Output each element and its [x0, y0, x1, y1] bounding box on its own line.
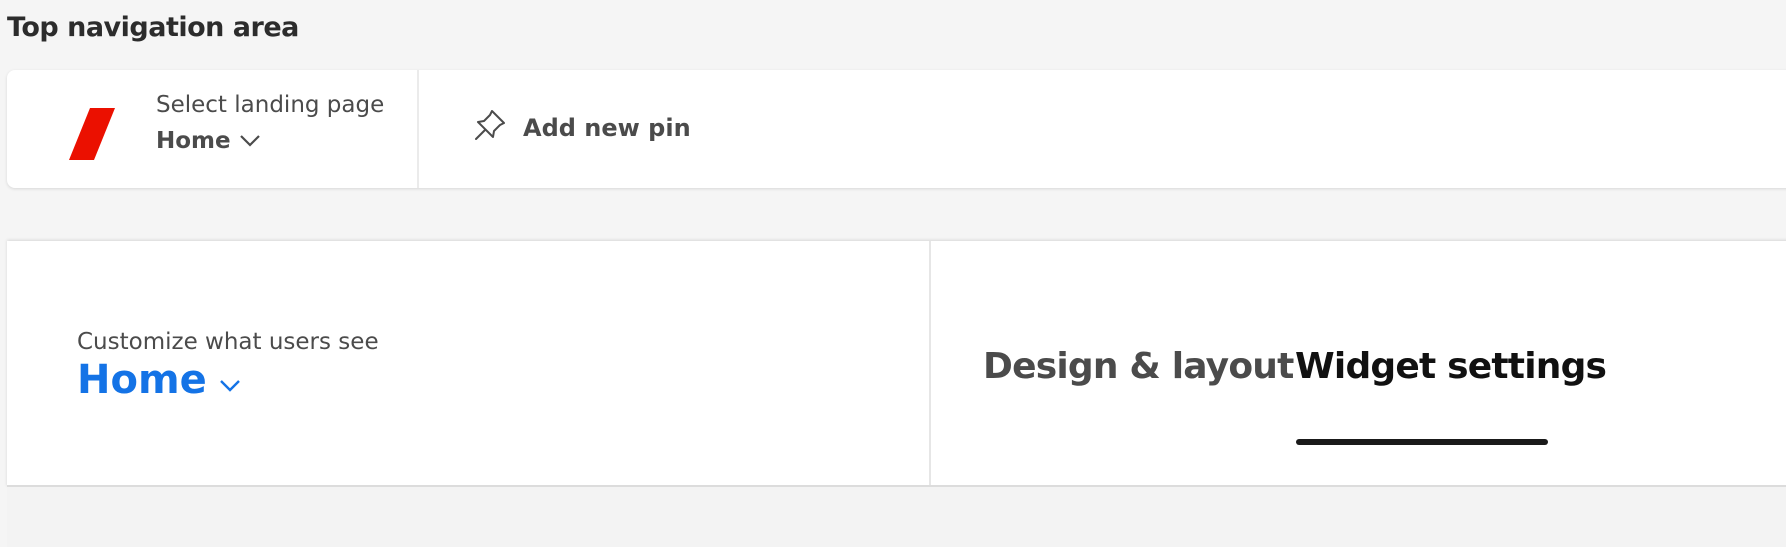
landing-page-selector: Select landing page Home: [156, 92, 384, 154]
section-title: Top navigation area: [7, 12, 299, 43]
landing-page-dropdown[interactable]: Home: [156, 128, 384, 154]
customize-panel: Customize what users see Home Design & l…: [7, 241, 1786, 487]
add-new-pin-button[interactable]: Add new pin: [473, 108, 691, 148]
landing-page-value: Home: [156, 128, 231, 154]
tab-design-layout[interactable]: Design & layout: [983, 346, 1294, 387]
add-new-pin-label: Add new pin: [523, 114, 691, 142]
chevron-down-icon: [239, 128, 261, 154]
content-area: [7, 487, 1786, 547]
tab-widget-settings[interactable]: Widget settings: [1295, 346, 1607, 387]
customize-page-value: Home: [77, 357, 207, 403]
pin-icon: [473, 108, 507, 148]
customize-page-dropdown[interactable]: Home: [77, 357, 379, 403]
nav-divider: [417, 70, 419, 188]
brand-logo: [69, 108, 125, 160]
selected-tab-indicator: [1296, 439, 1548, 445]
panel-divider: [929, 241, 931, 485]
top-navigation-card: Select landing page Home Add new pin: [7, 70, 1786, 188]
chevron-down-icon: [219, 357, 241, 403]
customize-label: Customize what users see: [77, 329, 379, 355]
customize-selector: Customize what users see Home: [77, 329, 379, 403]
landing-page-label: Select landing page: [156, 92, 385, 118]
